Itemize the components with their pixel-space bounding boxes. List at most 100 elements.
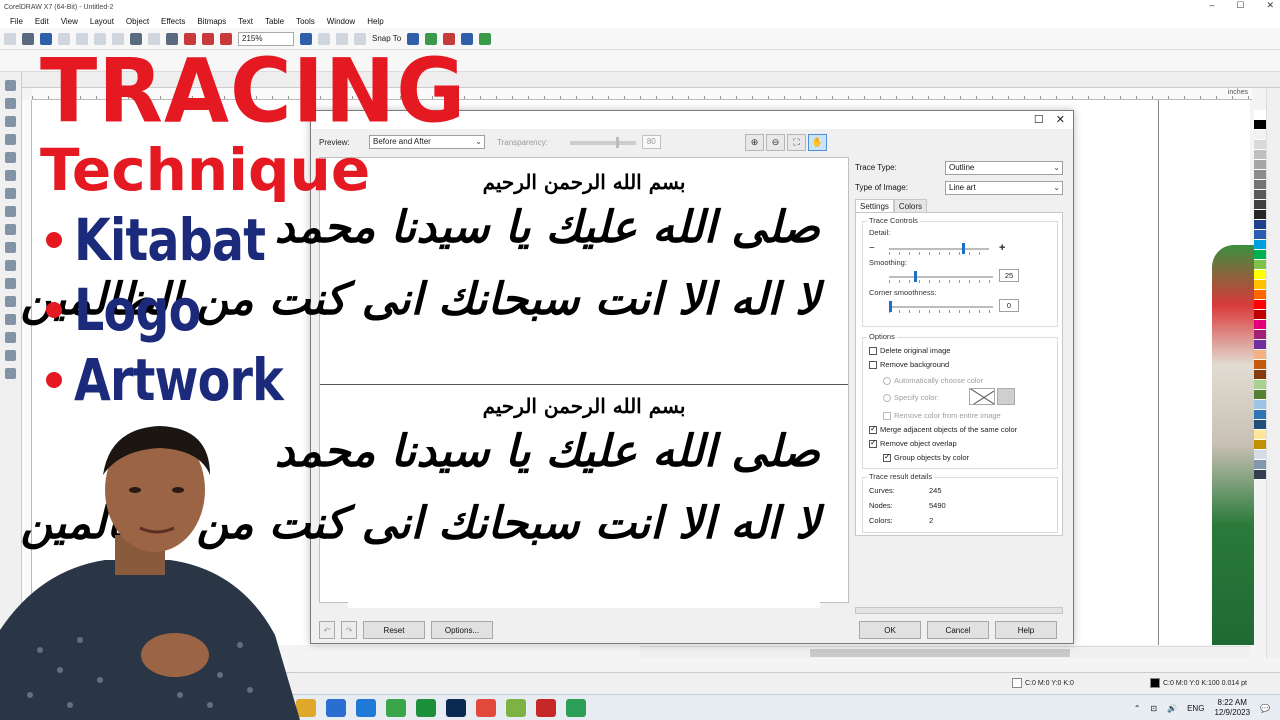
image-type-select[interactable]: Line art ⌄ bbox=[945, 181, 1063, 195]
palette-swatch[interactable] bbox=[1254, 130, 1266, 140]
smoothing-slider-thumb[interactable] bbox=[914, 271, 917, 282]
palette-swatch[interactable] bbox=[1254, 170, 1266, 180]
clock[interactable]: 8:22 AM 12/9/2023 bbox=[1214, 698, 1250, 718]
smoothing-value-input[interactable]: 25 bbox=[999, 269, 1019, 282]
zoom-tool-icon[interactable] bbox=[5, 134, 16, 145]
palette-swatch[interactable] bbox=[1254, 180, 1266, 190]
plus-icon[interactable]: + bbox=[999, 242, 1005, 254]
palette-swatch[interactable] bbox=[1254, 430, 1266, 440]
palette-swatch[interactable] bbox=[1254, 360, 1266, 370]
pick-tool-icon[interactable] bbox=[5, 80, 16, 91]
store-icon[interactable] bbox=[326, 699, 346, 717]
palette-swatch[interactable] bbox=[1254, 330, 1266, 340]
smoothing-slider[interactable] bbox=[889, 271, 993, 283]
new-icon[interactable] bbox=[4, 32, 16, 45]
freehand-tool-icon[interactable] bbox=[5, 152, 16, 163]
palette-swatch[interactable] bbox=[1254, 220, 1266, 230]
palette-swatch[interactable] bbox=[1254, 110, 1266, 120]
palette-swatch[interactable] bbox=[1254, 120, 1266, 130]
palette-swatch[interactable] bbox=[1254, 350, 1266, 360]
redo-trace-icon[interactable]: ↷ bbox=[341, 621, 357, 639]
coreldraw-taskbar-icon[interactable] bbox=[416, 699, 436, 717]
notification-icon[interactable]: 💬 bbox=[1260, 704, 1270, 713]
undo-trace-icon[interactable]: ↶ bbox=[319, 621, 335, 639]
outline-status[interactable]: C:0 M:0 Y:0 K:100 0.014 pt bbox=[1150, 678, 1247, 688]
drop-shadow-tool-icon[interactable] bbox=[5, 296, 16, 307]
merge-adjacent-checkbox[interactable] bbox=[869, 424, 877, 434]
auto-color-option[interactable]: Automatically choose color bbox=[883, 376, 983, 385]
menu-text[interactable]: Text bbox=[232, 17, 259, 26]
remove-overlap-checkbox[interactable] bbox=[869, 438, 877, 448]
fill-status[interactable]: C:0 M:0 Y:0 K:0 bbox=[1012, 678, 1074, 688]
specify-color-radio[interactable] bbox=[883, 393, 891, 402]
remove-overlap-option[interactable]: Remove object overlap bbox=[869, 438, 957, 448]
corel-connect-taskbar-icon[interactable] bbox=[386, 699, 406, 717]
dialog-maximize-icon[interactable]: ☐ bbox=[1034, 113, 1044, 126]
palette-swatch[interactable] bbox=[1254, 190, 1266, 200]
rectangle-tool-icon[interactable] bbox=[5, 188, 16, 199]
palette-swatch[interactable] bbox=[1254, 270, 1266, 280]
chrome-icon[interactable] bbox=[476, 699, 496, 717]
remove-color-entire-option[interactable]: Remove color from entire image bbox=[883, 411, 1001, 420]
corner-smoothness-slider[interactable] bbox=[889, 301, 993, 313]
palette-swatch[interactable] bbox=[1254, 410, 1266, 420]
dialog-close-icon[interactable]: ✕ bbox=[1056, 113, 1065, 126]
palette-swatch[interactable] bbox=[1254, 210, 1266, 220]
artistic-media-tool-icon[interactable] bbox=[5, 170, 16, 181]
chevron-up-icon[interactable]: ⌃ bbox=[1134, 704, 1141, 713]
tab-settings[interactable]: Settings bbox=[855, 199, 894, 213]
palette-swatch[interactable] bbox=[1254, 300, 1266, 310]
no-color-swatch[interactable] bbox=[969, 388, 995, 405]
palette-swatch[interactable] bbox=[1254, 470, 1266, 480]
close-icon[interactable]: ✕ bbox=[1266, 0, 1274, 11]
parallel-dimension-tool-icon[interactable] bbox=[5, 260, 16, 271]
detail-slider[interactable] bbox=[889, 243, 989, 255]
palette-swatch[interactable] bbox=[1254, 200, 1266, 210]
eyedropper-icon[interactable] bbox=[997, 388, 1015, 405]
corel-connect-icon[interactable] bbox=[479, 32, 492, 45]
smart-fill-tool-icon[interactable] bbox=[5, 368, 16, 379]
merge-adjacent-option[interactable]: Merge adjacent objects of the same color bbox=[869, 424, 1017, 434]
horizontal-scrollbar-thumb[interactable] bbox=[810, 649, 1070, 657]
text-tool-icon[interactable] bbox=[5, 242, 16, 253]
trace-type-select[interactable]: Outline ⌄ bbox=[945, 161, 1063, 175]
imported-image-edge[interactable] bbox=[1212, 245, 1254, 645]
palette-swatch[interactable] bbox=[1254, 390, 1266, 400]
ellipse-tool-icon[interactable] bbox=[5, 206, 16, 217]
preview-area[interactable]: بسم الله الرحمن الرحيم صلى الله عليك يا … bbox=[20, 157, 849, 608]
menu-object[interactable]: Object bbox=[120, 17, 155, 26]
menu-effects[interactable]: Effects bbox=[155, 17, 191, 26]
help-button[interactable]: Help bbox=[995, 621, 1057, 639]
photoshop-taskbar-icon[interactable] bbox=[446, 699, 466, 717]
menu-file[interactable]: File bbox=[4, 17, 29, 26]
remove-background-option[interactable]: Remove background bbox=[869, 360, 949, 369]
palette-swatch[interactable] bbox=[1254, 440, 1266, 450]
palette-swatch[interactable] bbox=[1254, 340, 1266, 350]
minimize-icon[interactable]: – bbox=[1209, 0, 1214, 11]
delete-original-option[interactable]: Delete original image bbox=[869, 346, 950, 355]
language-indicator[interactable]: ENG bbox=[1187, 704, 1204, 713]
palette-swatch[interactable] bbox=[1254, 260, 1266, 270]
palette-swatch[interactable] bbox=[1254, 240, 1266, 250]
vertical-scrollbar[interactable] bbox=[1266, 88, 1280, 658]
transparency-tool-icon[interactable] bbox=[5, 314, 16, 325]
palette-swatch[interactable] bbox=[1254, 450, 1266, 460]
group-by-color-option[interactable]: Group objects by color bbox=[883, 452, 969, 462]
mail-icon[interactable] bbox=[356, 699, 376, 717]
remove-color-entire-checkbox[interactable] bbox=[883, 411, 891, 420]
eyedropper-tool-icon[interactable] bbox=[5, 332, 16, 343]
menu-table[interactable]: Table bbox=[259, 17, 290, 26]
menu-layout[interactable]: Layout bbox=[84, 17, 120, 26]
delete-original-checkbox[interactable] bbox=[869, 346, 877, 355]
upload-app-icon[interactable] bbox=[566, 699, 586, 717]
pan-hand-icon[interactable]: ✋ bbox=[808, 134, 827, 151]
menu-view[interactable]: View bbox=[55, 17, 84, 26]
polygon-tool-icon[interactable] bbox=[5, 224, 16, 235]
palette-swatch[interactable] bbox=[1254, 290, 1266, 300]
palette-swatch[interactable] bbox=[1254, 420, 1266, 430]
menu-tools[interactable]: Tools bbox=[290, 17, 321, 26]
specify-color-option[interactable]: Specify color: bbox=[883, 393, 939, 402]
palette-swatch[interactable] bbox=[1254, 460, 1266, 470]
menu-window[interactable]: Window bbox=[321, 17, 361, 26]
palette-swatch[interactable] bbox=[1254, 230, 1266, 240]
